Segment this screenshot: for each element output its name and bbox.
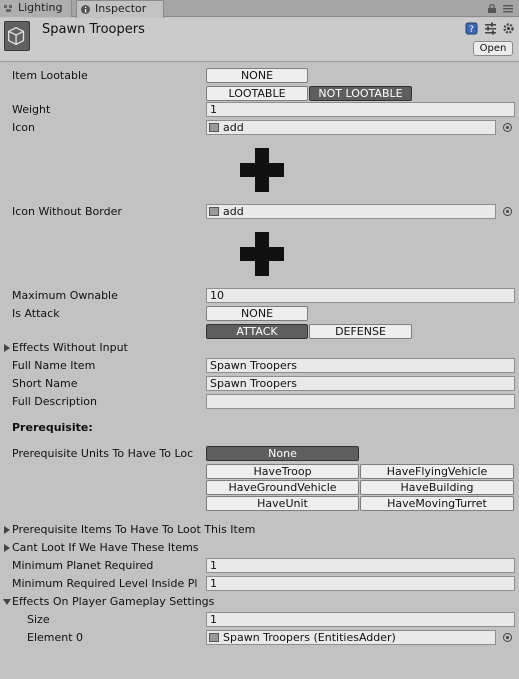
icon-without-border-label: Icon Without Border (12, 205, 122, 218)
effects-without-input-label[interactable]: Effects Without Input (12, 340, 128, 356)
prerequisite-heading: Prerequisite: (12, 421, 93, 434)
sprite-icon (209, 123, 219, 132)
open-button[interactable]: Open (473, 41, 513, 56)
full-description-field[interactable] (206, 394, 515, 409)
maximum-ownable-label: Maximum Ownable (12, 289, 118, 302)
tab-inspector[interactable]: Inspector (76, 0, 164, 18)
icon-without-border-field[interactable]: add (206, 204, 496, 219)
have-building-button[interactable]: HaveBuilding (360, 480, 514, 495)
minimum-level-label: Minimum Required Level Inside Pl (12, 577, 198, 590)
lootable-button[interactable]: LOOTABLE (206, 86, 308, 101)
cant-loot-label[interactable]: Cant Loot If We Have These Items (12, 540, 199, 556)
prerequisite-units-label: Prerequisite Units To Have To Loc (12, 447, 194, 460)
have-moving-turret-button[interactable]: HaveMovingTurret (360, 496, 514, 511)
size-field[interactable]: 1 (206, 612, 515, 627)
object-title: Spawn Troopers (42, 22, 145, 37)
tab-lighting-label: Lighting (18, 1, 63, 14)
element-0-field[interactable]: Spawn Troopers (EntitiesAdder) (206, 630, 496, 645)
not-lootable-button[interactable]: NOT LOOTABLE (309, 86, 412, 101)
prerequisite-items-foldout-icon[interactable] (4, 526, 10, 534)
full-name-item-field[interactable]: Spawn Troopers (206, 358, 515, 373)
tab-lighting[interactable]: Lighting (0, 0, 72, 17)
effects-without-input-foldout-icon[interactable] (4, 344, 10, 352)
have-flying-vehicle-button[interactable]: HaveFlyingVehicle (360, 464, 514, 479)
have-unit-button[interactable]: HaveUnit (206, 496, 359, 511)
full-name-item-label: Full Name Item (12, 359, 96, 372)
icon-label: Icon (12, 121, 35, 134)
have-ground-vehicle-button[interactable]: HaveGroundVehicle (206, 480, 359, 495)
element-0-label: Element 0 (27, 631, 84, 644)
gear-icon[interactable] (502, 22, 515, 35)
svg-text:?: ? (469, 25, 474, 35)
weight-label: Weight (12, 103, 51, 116)
lock-icon[interactable] (488, 4, 496, 13)
icon-object-picker[interactable] (503, 123, 512, 132)
scriptable-object-icon (4, 21, 30, 51)
have-troop-button[interactable]: HaveTroop (206, 464, 359, 479)
icon-without-border-object-picker[interactable] (503, 207, 512, 216)
full-description-label: Full Description (12, 395, 97, 408)
info-icon (81, 5, 90, 14)
lighting-icon (4, 5, 12, 12)
prerequisite-none-button[interactable]: None (206, 446, 359, 461)
icon-field-value: add (223, 121, 244, 134)
element-0-value: Spawn Troopers (EntitiesAdder) (223, 631, 396, 644)
element-0-object-picker[interactable] (503, 633, 512, 642)
short-name-field[interactable]: Spawn Troopers (206, 376, 515, 391)
menu-icon[interactable] (503, 4, 513, 13)
icon-field[interactable]: add (206, 120, 496, 135)
weight-field[interactable]: 1 (206, 102, 515, 117)
help-book-icon[interactable]: ? (465, 22, 478, 35)
maximum-ownable-field[interactable]: 10 (206, 288, 515, 303)
is-attack-none-button[interactable]: NONE (206, 306, 308, 321)
tab-inspector-label: Inspector (95, 2, 147, 15)
add-icon-preview (240, 148, 284, 192)
script-icon (209, 633, 219, 642)
prerequisite-items-label[interactable]: Prerequisite Items To Have To Loot This … (12, 522, 255, 538)
icon-without-border-value: add (223, 205, 244, 218)
minimum-planet-label: Minimum Planet Required (12, 559, 154, 572)
attack-button[interactable]: ATTACK (206, 324, 308, 339)
effects-on-player-label[interactable]: Effects On Player Gameplay Settings (12, 594, 214, 610)
effects-on-player-expanded-icon[interactable] (3, 598, 11, 606)
add-icon-preview-no-border (240, 232, 284, 276)
item-lootable-label: Item Lootable (12, 69, 88, 82)
preset-sliders-icon[interactable] (484, 22, 497, 35)
minimum-planet-field[interactable]: 1 (206, 558, 515, 573)
item-lootable-none-button[interactable]: NONE (206, 68, 308, 83)
defense-button[interactable]: DEFENSE (309, 324, 412, 339)
short-name-label: Short Name (12, 377, 78, 390)
is-attack-label: Is Attack (12, 307, 60, 320)
size-label: Size (27, 613, 50, 626)
cant-loot-foldout-icon[interactable] (4, 544, 10, 552)
minimum-level-field[interactable]: 1 (206, 576, 515, 591)
sprite-icon (209, 207, 219, 216)
